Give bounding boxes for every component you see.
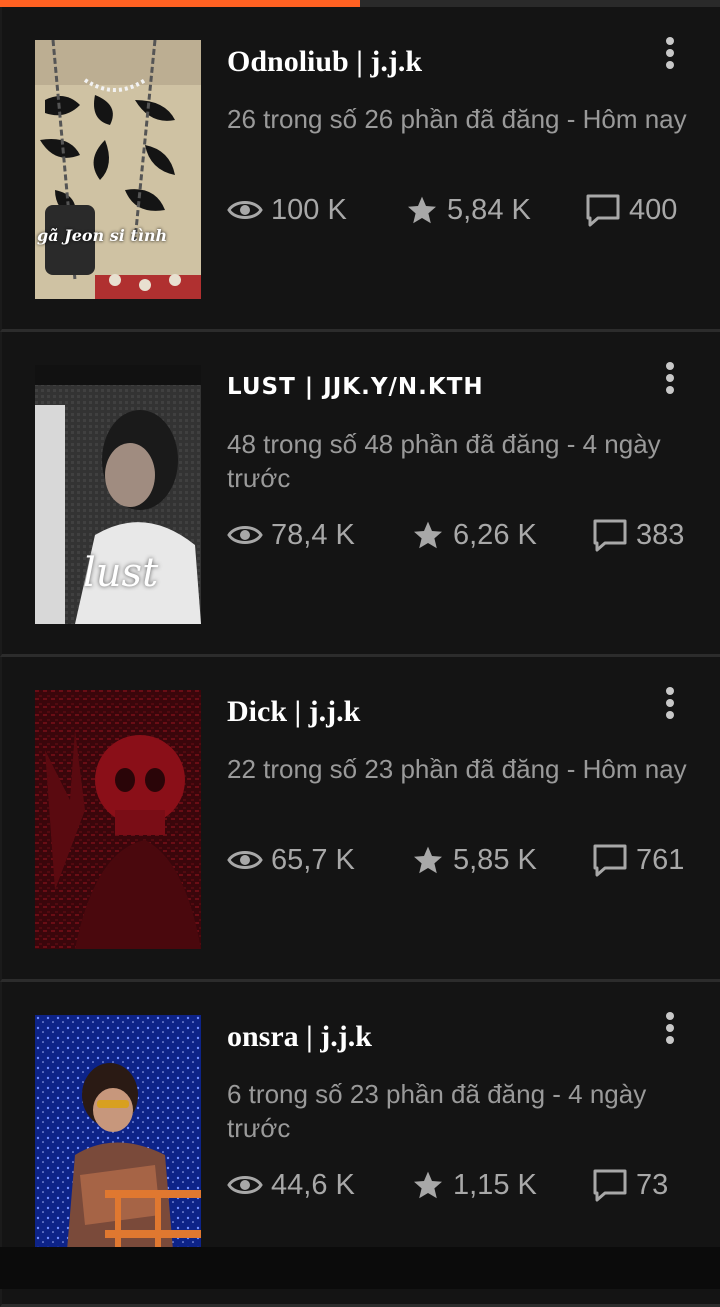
story-cover[interactable] xyxy=(35,1015,201,1274)
votes-stat: 5,84 K xyxy=(405,190,531,230)
story-stats: 100 K 5,84 K 400 xyxy=(227,190,697,230)
reading-progress-track xyxy=(0,0,720,7)
story-parts-status: 22 trong số 23 phần đã đăng - Hôm nay xyxy=(227,754,687,784)
reads-count: 100 K xyxy=(271,193,347,226)
comment-icon xyxy=(593,844,627,877)
more-vertical-icon[interactable] xyxy=(660,687,680,723)
star-icon xyxy=(414,846,442,874)
eye-icon xyxy=(227,1176,263,1194)
eye-icon xyxy=(227,851,263,869)
story-parts-status: 48 trong số 48 phần đã đăng - 4 ngày trư… xyxy=(227,429,661,493)
eye-icon xyxy=(227,201,263,219)
reads-stat: 44,6 K xyxy=(227,1165,355,1205)
story-title[interactable]: Odnoliub | j.j.k xyxy=(227,45,660,79)
cover-image-sweater xyxy=(35,40,201,299)
story-title[interactable]: onsra | j.j.k xyxy=(227,1020,660,1054)
cover-title-text: gã Jeon si tình xyxy=(37,226,168,245)
votes-stat: 5,85 K xyxy=(411,840,537,880)
comment-icon xyxy=(593,1169,627,1202)
story-cover[interactable]: gã Jeon si tình xyxy=(35,40,201,299)
votes-count: 1,15 K xyxy=(453,1168,537,1201)
story-parts-status: 26 trong số 26 phần đã đăng - Hôm nay xyxy=(227,104,687,134)
votes-count: 6,26 K xyxy=(453,518,537,551)
votes-stat: 1,15 K xyxy=(411,1165,537,1205)
story-list: gã Jeon si tình Odnoliub | j.j.k 26 tron… xyxy=(0,7,720,1307)
reads-stat: 65,7 K xyxy=(227,840,355,880)
more-vertical-icon[interactable] xyxy=(660,37,680,73)
story-stats: 65,7 K 5,85 K 761 xyxy=(227,840,697,880)
reads-stat: 100 K xyxy=(227,190,347,230)
story-card[interactable]: Dick | j.j.k 22 trong số 23 phần đã đăng… xyxy=(0,657,720,982)
reading-progress-fill xyxy=(0,0,360,7)
star-icon xyxy=(408,196,436,224)
star-icon xyxy=(414,1171,442,1199)
story-stats: 44,6 K 1,15 K 73 xyxy=(227,1165,697,1205)
story-card[interactable]: gã Jeon si tình Odnoliub | j.j.k 26 tron… xyxy=(0,7,720,332)
story-title[interactable]: LUST | JJK.Y/N.KTH xyxy=(227,374,660,400)
story-card[interactable]: lust LUST | JJK.Y/N.KTH 48 trong số 48 p… xyxy=(0,332,720,657)
story-title[interactable]: Dick | j.j.k xyxy=(227,695,660,729)
more-vertical-icon[interactable] xyxy=(660,1012,680,1048)
votes-stat: 6,26 K xyxy=(411,515,537,555)
comments-count: 73 xyxy=(636,1168,669,1201)
comments-stat: 761 xyxy=(592,840,684,880)
comments-count: 383 xyxy=(636,518,685,551)
cover-image-blue-stage xyxy=(35,1015,201,1274)
story-stats: 78,4 K 6,26 K 383 xyxy=(227,515,697,555)
bottom-bar xyxy=(0,1247,720,1289)
eye-icon xyxy=(227,526,263,544)
story-cover[interactable]: lust xyxy=(35,365,201,624)
more-vertical-icon[interactable] xyxy=(660,362,680,398)
comments-stat: 400 xyxy=(585,190,677,230)
reads-stat: 78,4 K xyxy=(227,515,355,555)
comments-count: 761 xyxy=(636,843,685,876)
comments-stat: 383 xyxy=(592,515,684,555)
comments-count: 400 xyxy=(629,193,678,226)
reads-count: 78,4 K xyxy=(271,518,355,551)
story-cover[interactable] xyxy=(35,690,201,949)
cover-image-red-skull xyxy=(35,690,201,949)
comment-icon xyxy=(586,194,620,227)
story-parts-status: 6 trong số 23 phần đã đăng - 4 ngày trướ… xyxy=(227,1079,647,1143)
votes-count: 5,85 K xyxy=(453,843,537,876)
star-icon xyxy=(414,521,442,549)
reads-count: 44,6 K xyxy=(271,1168,355,1201)
comments-stat: 73 xyxy=(592,1165,668,1205)
votes-count: 5,84 K xyxy=(447,193,531,226)
reads-count: 65,7 K xyxy=(271,843,355,876)
comment-icon xyxy=(593,519,627,552)
cover-title-text: lust xyxy=(83,550,159,596)
